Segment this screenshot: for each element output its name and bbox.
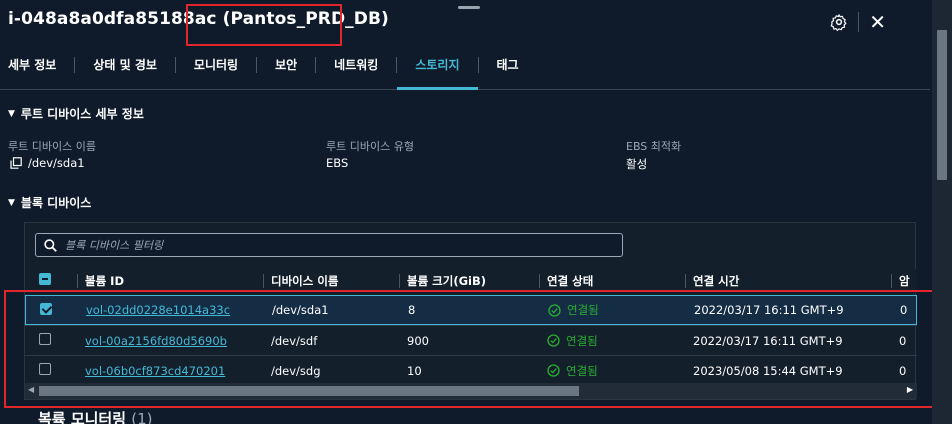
block-devices-section-title: 블록 디바이스: [20, 196, 92, 210]
block-devices-table: 볼륨 ID 디바이스 이름 볼륨 크기(GiB) 연결 상태 연결 시간 암 v…: [24, 222, 917, 400]
select-all-cell: [25, 269, 77, 293]
root-device-name-value: /dev/sda1: [10, 156, 85, 170]
check-circle-icon: [548, 303, 561, 317]
volume-id-link[interactable]: vol-02dd0228e1014a33c: [86, 303, 230, 317]
column-volume-id[interactable]: 볼륨 ID: [77, 269, 263, 293]
column-attach-status[interactable]: 연결 상태: [539, 269, 685, 293]
column-device-name[interactable]: 디바이스 이름: [263, 269, 399, 293]
search-icon: [44, 238, 57, 252]
copy-icon[interactable]: [10, 157, 22, 169]
block-device-filter-input[interactable]: [65, 238, 585, 252]
scroll-right-icon[interactable]: ▶: [907, 385, 913, 394]
row-checkbox[interactable]: [39, 363, 51, 375]
root-device-name-label: 루트 디바이스 이름: [8, 140, 96, 153]
volume-id-cell: vol-06b0cf873cd470201: [77, 364, 263, 378]
root-device-type-label: 루트 디바이스 유형: [326, 140, 414, 153]
attach-status-text: 연결됨: [567, 303, 599, 317]
resize-handle[interactable]: [458, 6, 480, 9]
row-select-cell: [25, 363, 77, 378]
instance-detail-panel: i-048a8a0dfa85188ac (Pantos_PRD_DB) ✕ 세부…: [0, 0, 952, 424]
attach-status-cell: 연결됨: [539, 363, 685, 379]
tab-storage[interactable]: 스토리지: [397, 48, 478, 90]
horizontal-scroll-thumb[interactable]: [39, 386, 579, 396]
row-checkbox[interactable]: [40, 302, 52, 315]
column-attach-time[interactable]: 연결 시간: [685, 269, 891, 293]
table-header: 볼륨 ID 디바이스 이름 볼륨 크기(GiB) 연결 상태 연결 시간 암: [25, 269, 917, 293]
volume-id-link[interactable]: vol-00a2156fd80d5690b: [85, 334, 227, 348]
instance-name-highlight: [186, 4, 342, 46]
device-name-cell: /dev/sdg: [271, 363, 321, 378]
tab-tags[interactable]: 태그: [479, 48, 537, 90]
volume-size-cell: 900: [407, 333, 429, 348]
attach-status-text: 연결됨: [566, 333, 598, 348]
tab-networking[interactable]: 네트워킹: [316, 48, 396, 90]
table-row[interactable]: vol-00a2156fd80d5690b /dev/sdf 900 연결됨 2…: [25, 325, 917, 355]
root-device-type-value: EBS: [326, 156, 349, 170]
recent-count: (1): [131, 410, 153, 424]
caret-down-icon: ▼: [8, 108, 15, 119]
ebs-optimized-value: 활성: [626, 157, 648, 171]
select-all-checkbox[interactable]: [39, 273, 51, 285]
check-circle-icon: [547, 364, 560, 377]
attach-time-cell: 2023/05/08 15:44 GMT+9: [693, 363, 843, 378]
tab-status-alarms[interactable]: 상태 및 경보: [75, 48, 175, 90]
root-device-section-toggle[interactable]: ▼ 루트 디바이스 세부 정보: [8, 105, 144, 122]
row-checkbox[interactable]: [39, 333, 51, 345]
title-actions: ✕: [830, 12, 886, 32]
title-divider: [858, 12, 860, 32]
gear-icon[interactable]: [830, 13, 848, 31]
ebs-optimized-label: EBS 최적화: [626, 140, 682, 153]
volume-size-cell: 10: [407, 363, 422, 378]
attach-status-cell: 연결됨: [540, 302, 686, 318]
encrypted-cell: 0: [900, 303, 908, 317]
row-select-cell: [26, 302, 78, 318]
close-icon[interactable]: ✕: [869, 12, 886, 32]
volume-id-cell: vol-02dd0228e1014a33c: [78, 303, 264, 317]
table-row[interactable]: vol-02dd0228e1014a33c /dev/sda1 8 연결됨 20…: [25, 295, 917, 325]
vertical-scroll-thumb[interactable]: [937, 30, 947, 180]
volume-id-link[interactable]: vol-06b0cf873cd470201: [85, 364, 225, 378]
volume-id-cell: vol-00a2156fd80d5690b: [77, 334, 263, 348]
encrypted-cell: 0: [899, 363, 907, 378]
root-device-section-title: 루트 디바이스 세부 정보: [20, 107, 144, 121]
tab-security[interactable]: 보안: [257, 48, 315, 90]
tab-monitoring[interactable]: 모니터링: [176, 48, 256, 90]
recent-section-title: 복륙 모니터링 (1): [38, 408, 153, 424]
vertical-scrollbar[interactable]: [932, 0, 952, 424]
title-bar: i-048a8a0dfa85188ac (Pantos_PRD_DB) ✕: [0, 0, 930, 46]
column-volume-size[interactable]: 볼륨 크기(GiB): [399, 269, 539, 293]
caret-down-icon: ▼: [8, 197, 15, 208]
volume-size-cell: 8: [408, 303, 416, 317]
recent-title-text: 복륙 모니터링: [38, 410, 127, 424]
attach-time-cell: 2022/03/17 16:11 GMT+9: [693, 333, 843, 348]
root-device-name-text: /dev/sda1: [28, 156, 85, 170]
encrypted-cell: 0: [899, 333, 907, 348]
device-name-cell: /dev/sdf: [271, 333, 318, 348]
row-select-cell: [25, 333, 77, 348]
block-devices-section-toggle[interactable]: ▼ 블록 디바이스: [8, 194, 91, 211]
attach-time-cell: 2022/03/17 16:11 GMT+9: [694, 303, 844, 317]
attach-status-cell: 연결됨: [539, 333, 685, 349]
column-encrypted[interactable]: 암: [891, 269, 917, 293]
scroll-left-icon[interactable]: ◀: [28, 385, 34, 394]
tab-details[interactable]: 세부 정보: [0, 48, 74, 90]
attach-status-text: 연결됨: [566, 363, 598, 378]
detail-tabs: 세부 정보 상태 및 경보 모니터링 보안 네트워킹 스토리지 태그: [0, 48, 930, 90]
device-name-cell: /dev/sda1: [272, 303, 329, 317]
block-device-search: [35, 233, 623, 257]
check-circle-icon: [547, 334, 560, 347]
horizontal-scrollbar[interactable]: ◀ ▶: [25, 383, 917, 399]
table-row[interactable]: vol-06b0cf873cd470201 /dev/sdg 10 연결됨 20…: [25, 355, 917, 385]
